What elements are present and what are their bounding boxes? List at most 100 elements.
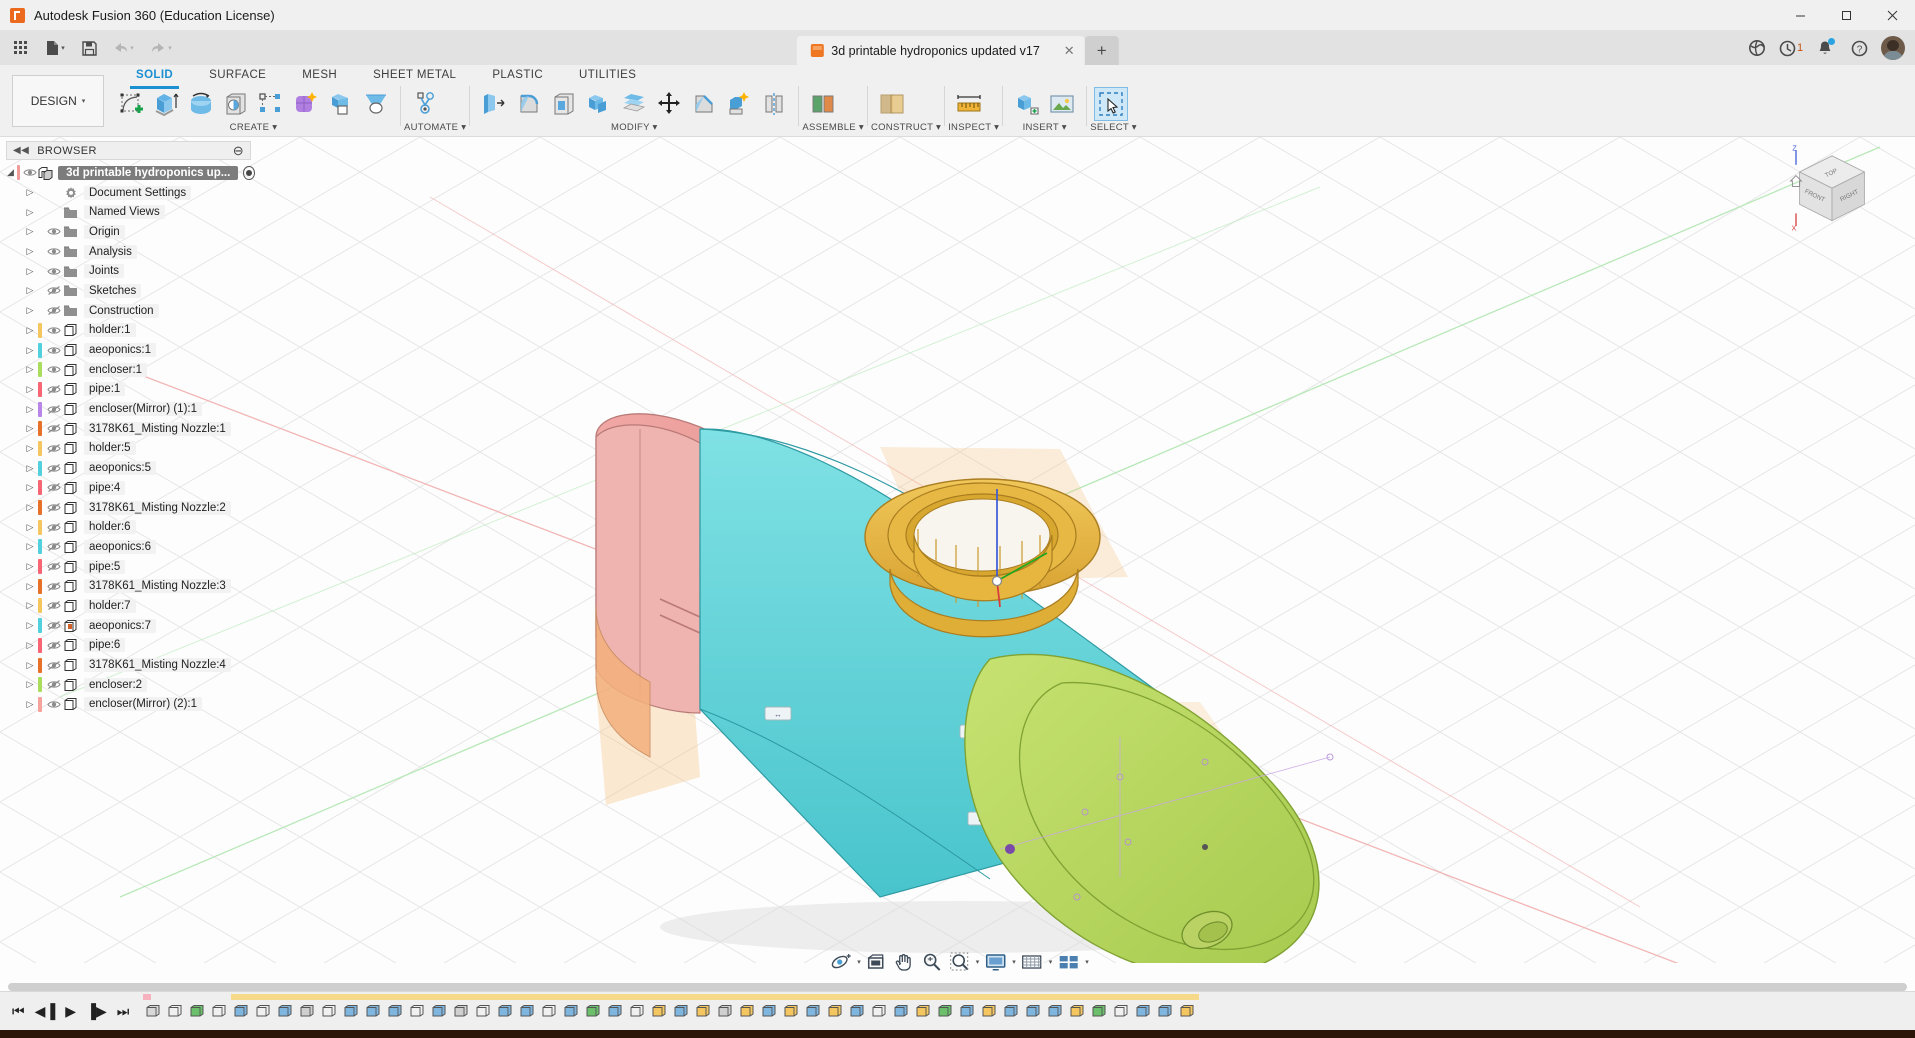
expander-icon[interactable]: ▷ bbox=[22, 561, 38, 572]
chevron-down-icon[interactable]: ▾ bbox=[1085, 958, 1089, 966]
feature-mirror[interactable] bbox=[583, 998, 605, 1024]
feature-component[interactable] bbox=[737, 998, 759, 1024]
new-component-icon[interactable] bbox=[806, 87, 840, 121]
tree-item-origin[interactable]: ▷ Origin bbox=[0, 222, 255, 242]
tree-item-encloser-1[interactable]: ▷ encloser:1 bbox=[0, 360, 255, 380]
visibility-toggle-icon[interactable] bbox=[45, 443, 62, 454]
zoom-window-icon[interactable] bbox=[947, 949, 973, 975]
revolve-icon[interactable] bbox=[184, 87, 218, 121]
zoom-icon[interactable] bbox=[919, 949, 945, 975]
feature-component[interactable] bbox=[781, 998, 803, 1024]
hole-icon[interactable] bbox=[219, 87, 253, 121]
feature-new-component[interactable] bbox=[143, 998, 165, 1024]
visibility-toggle-icon[interactable] bbox=[45, 226, 62, 237]
feature-revolve[interactable] bbox=[561, 998, 583, 1024]
tree-item-3178k61-misting-nozzle-4[interactable]: ▷ 3178K61_Misting Nozzle:4 bbox=[0, 655, 255, 675]
expander-icon[interactable]: ▷ bbox=[22, 384, 38, 395]
help-icon[interactable]: ? bbox=[1843, 32, 1875, 64]
play-button[interactable]: ▶ bbox=[65, 1003, 76, 1020]
visibility-toggle-icon[interactable] bbox=[45, 541, 62, 552]
expander-icon[interactable]: ▷ bbox=[22, 207, 38, 218]
expander-icon[interactable]: ▷ bbox=[22, 502, 38, 513]
view-cube[interactable]: TOP FRONT RIGHT Z X bbox=[1787, 145, 1877, 235]
step-forward-button[interactable]: ▐▶ bbox=[86, 1003, 107, 1020]
redo-icon[interactable]: ▾ bbox=[142, 33, 180, 63]
feature-extrude[interactable] bbox=[605, 998, 627, 1024]
feature-component[interactable] bbox=[693, 998, 715, 1024]
feature-sketch[interactable] bbox=[407, 998, 429, 1024]
assemble-panel-label[interactable]: ASSEMBLE ▾ bbox=[802, 122, 864, 136]
visibility-toggle-icon[interactable] bbox=[45, 463, 62, 474]
expander-icon[interactable]: ▷ bbox=[22, 522, 38, 533]
tree-item-joints[interactable]: ▷ Joints bbox=[0, 261, 255, 281]
tree-item-encloser-mirror-1-1[interactable]: ▷ encloser(Mirror) (1):1 bbox=[0, 399, 255, 419]
split-body-icon[interactable] bbox=[722, 87, 756, 121]
tree-item-pipe-6[interactable]: ▷ pipe:6 bbox=[0, 636, 255, 656]
tree-item-3178k61-misting-nozzle-2[interactable]: ▷ 3178K61_Misting Nozzle:2 bbox=[0, 498, 255, 518]
align-icon[interactable] bbox=[757, 87, 791, 121]
feature-mirror[interactable] bbox=[1089, 998, 1111, 1024]
activate-component-icon[interactable] bbox=[243, 165, 255, 180]
tree-item-document-settings[interactable]: ▷ Document Settings bbox=[0, 183, 255, 203]
look-at-icon[interactable] bbox=[863, 949, 889, 975]
feature-extrude[interactable] bbox=[517, 998, 539, 1024]
feature-sketch[interactable] bbox=[253, 998, 275, 1024]
expander-icon[interactable]: ▷ bbox=[22, 679, 38, 690]
feature-component[interactable] bbox=[649, 998, 671, 1024]
pan-icon[interactable] bbox=[891, 949, 917, 975]
modify-panel-label[interactable]: MODIFY ▾ bbox=[473, 122, 795, 136]
tab-mesh[interactable]: MESH bbox=[284, 65, 355, 86]
expander-icon[interactable]: ▷ bbox=[22, 699, 38, 710]
feature-sketch[interactable] bbox=[165, 998, 187, 1024]
feature-revolve[interactable] bbox=[231, 998, 253, 1024]
tree-item-3178k61-misting-nozzle-1[interactable]: ▷ 3178K61_Misting Nozzle:1 bbox=[0, 419, 255, 439]
visibility-toggle-icon[interactable] bbox=[45, 404, 62, 415]
move-copy-icon[interactable] bbox=[652, 87, 686, 121]
display-settings-icon[interactable] bbox=[981, 949, 1009, 975]
expander-icon[interactable]: ▷ bbox=[22, 364, 38, 375]
visibility-toggle-icon[interactable] bbox=[45, 482, 62, 493]
tree-item-analysis[interactable]: ▷ Analysis bbox=[0, 242, 255, 262]
measure-icon[interactable] bbox=[952, 87, 986, 121]
expander-icon[interactable]: ▷ bbox=[22, 404, 38, 415]
expander-icon[interactable]: ▷ bbox=[22, 660, 38, 671]
feature-sketch[interactable] bbox=[539, 998, 561, 1024]
feature-mirror[interactable] bbox=[187, 998, 209, 1024]
viewports-icon[interactable] bbox=[1054, 949, 1082, 975]
visibility-toggle-icon[interactable] bbox=[45, 522, 62, 533]
visibility-toggle-icon[interactable] bbox=[45, 345, 62, 356]
feature-fillet[interactable] bbox=[451, 998, 473, 1024]
go-to-end-button[interactable]: ⏭ bbox=[117, 1003, 130, 1020]
tree-item-aeoponics-7[interactable]: ▷ aeoponics:7 bbox=[0, 616, 255, 636]
feature-extrude[interactable] bbox=[429, 998, 451, 1024]
feature-extrude[interactable] bbox=[341, 998, 363, 1024]
feature-joint[interactable] bbox=[957, 998, 979, 1024]
feature-pattern[interactable] bbox=[363, 998, 385, 1024]
visibility-toggle-icon[interactable] bbox=[45, 699, 62, 710]
tree-item-aeoponics-1[interactable]: ▷ aeoponics:1 bbox=[0, 340, 255, 360]
timeline[interactable]: ⏮ ◀▐ ▶ ▐▶ ⏭ bbox=[0, 983, 1915, 1030]
select-tool-icon[interactable] bbox=[1094, 87, 1129, 121]
feature-joint[interactable] bbox=[495, 998, 517, 1024]
visibility-toggle-icon[interactable] bbox=[45, 364, 62, 375]
feature-sketch[interactable] bbox=[209, 998, 231, 1024]
tree-item-named-views[interactable]: ▷ Named Views bbox=[0, 202, 255, 222]
visibility-toggle-icon[interactable] bbox=[45, 423, 62, 434]
expander-icon[interactable]: ▷ bbox=[22, 266, 38, 277]
feature-component[interactable] bbox=[825, 998, 847, 1024]
viewport[interactable]: ↔ ↔ ↔ bbox=[0, 137, 1915, 991]
maximize-button[interactable] bbox=[1823, 0, 1869, 31]
feature-joint[interactable] bbox=[847, 998, 869, 1024]
go-to-start-button[interactable]: ⏮ bbox=[12, 1003, 25, 1020]
expander-icon[interactable]: ◢ bbox=[4, 167, 17, 178]
horizontal-scrollbar[interactable] bbox=[8, 983, 1907, 991]
offset-plane-icon[interactable] bbox=[875, 87, 909, 121]
automate-panel-label[interactable]: AUTOMATE ▾ bbox=[404, 122, 466, 136]
inspect-panel-label[interactable]: INSPECT ▾ bbox=[948, 122, 999, 136]
create-sketch-icon[interactable] bbox=[114, 87, 148, 121]
close-icon[interactable]: ✕ bbox=[1064, 43, 1075, 59]
feature-sketch[interactable] bbox=[627, 998, 649, 1024]
expander-icon[interactable]: ▷ bbox=[22, 345, 38, 356]
automated-modeling-icon[interactable] bbox=[408, 87, 442, 121]
expander-icon[interactable]: ▷ bbox=[22, 581, 38, 592]
